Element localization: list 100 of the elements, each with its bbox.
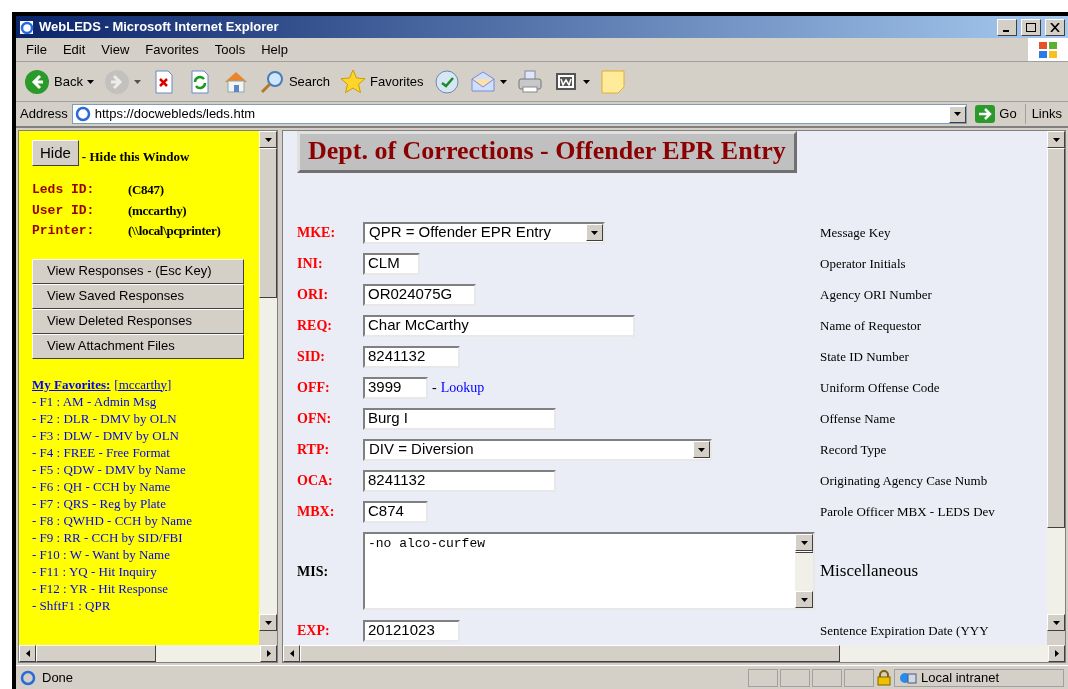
dropdown-field[interactable]: DIV = Diversion [363,438,712,461]
form-scrollbar[interactable] [1047,131,1065,631]
text-input[interactable]: 20121023 [363,619,460,642]
scroll-down-icon[interactable] [800,597,808,602]
field-description: Uniform Offense Code [820,378,940,397]
favorite-link[interactable]: - F4 : FREE - Free Format [32,444,170,460]
favorite-link[interactable]: - F3 : DLW - DMV by OLN [32,427,179,443]
scroll-left-icon[interactable] [25,650,30,657]
favorite-link[interactable]: - F12 : YR - Hit Response [32,580,169,596]
view-button[interactable]: View Responses - (Esc Key) [32,258,244,284]
toolbar-button[interactable]: Back [22,68,96,95]
scroll-right-icon[interactable] [266,650,271,657]
favorite-link[interactable]: - F9 : RR - CCH by SID/FBI [32,529,183,545]
windows-flag-icon [1037,39,1059,60]
favorite-link[interactable]: - F7 : QRS - Reg by Plate [32,495,166,511]
maximize-icon[interactable] [1021,18,1041,36]
text-input[interactable]: OR024075G [363,283,476,306]
links-button[interactable]: Links [1024,104,1068,124]
field-label: MBX: [297,503,336,521]
star-icon[interactable] [340,68,367,95]
zone-text: Local intranet [921,668,1000,687]
lookup-link[interactable]: Lookup [440,377,485,398]
menu-item[interactable]: View [95,39,136,60]
scroll-down-icon[interactable] [264,620,272,625]
favorite-link[interactable]: - F5 : QDW - DMV by Name [32,461,186,477]
scroll-down-icon[interactable] [1052,620,1060,625]
info-label: Leds ID: [32,181,96,199]
status-pane [812,668,842,687]
status-pane [780,668,810,687]
scroll-up-icon[interactable] [800,540,808,545]
dropdown-caret-icon[interactable] [86,79,94,84]
view-button[interactable]: View Attachment Files [32,333,244,359]
field-description: Operator Initials [820,254,906,273]
text-input[interactable]: 8241132 [363,469,556,492]
address-field[interactable]: https://docwebleds/leds.htm [71,104,968,124]
favorite-link[interactable]: - F10 : W - Want by Name [32,546,170,562]
form-h-scrollbar[interactable] [283,645,1065,662]
scroll-up-icon[interactable] [264,137,272,142]
favorite-link[interactable]: - F1 : AM - Admin Msg [32,393,157,409]
go-button[interactable]: Go [971,104,1021,124]
search-icon[interactable] [258,68,285,95]
toolbar-button[interactable]: Favorites [338,68,426,95]
favorites-link[interactable]: My Favorites: [32,375,111,393]
field-description: Originating Agency Case Numb [820,471,988,490]
menu-item[interactable]: Tools [208,39,252,60]
field-label: OCA: [297,472,334,490]
dropdown-caret-icon[interactable] [591,230,598,235]
close-icon[interactable] [1045,18,1065,36]
view-button[interactable]: View Deleted Responses [32,308,244,334]
scroll-up-icon[interactable] [1052,137,1060,142]
user-link[interactable]: [mccarthy] [114,375,172,393]
text-input[interactable]: 3999 [363,376,428,399]
favorite-link[interactable]: - F6 : QH - CCH by Name [32,478,171,494]
scroll-left-icon[interactable] [289,650,294,657]
text-area[interactable]: -no alco-curfew [363,532,815,610]
menu-item[interactable]: Favorites [139,39,205,60]
menu-item[interactable]: Edit [56,39,92,60]
text-input[interactable]: Burg I [363,407,556,430]
info-value: (\\local\pcprinter) [128,222,221,240]
field-description: Parole Officer MBX - LEDS Dev [820,502,995,521]
dropdown-caret-icon[interactable] [954,112,962,116]
field-description: Record Type [820,440,887,459]
field-label: EXP: [297,622,331,640]
favorite-link[interactable]: - F2 : DLR - DMV by OLN [32,410,177,426]
dropdown-caret-icon[interactable] [698,447,705,452]
separator-dash: - [432,379,437,397]
favorite-link[interactable]: - F8 : QWHD - CCH by Name [32,512,192,528]
field-description: Message Key [820,223,891,242]
field-description: Name of Requestor [820,316,922,335]
favorite-link[interactable]: - F11 : YQ - Hit Inquiry [32,563,157,579]
text-area-scrollbar[interactable] [795,534,813,608]
text-input[interactable]: C874 [363,500,428,523]
page-icon [20,669,36,686]
toolbar-button[interactable]: Search [256,68,333,95]
field-label: RTP: [297,441,331,459]
status-text: Done [41,668,75,687]
field-label: REQ: [297,317,333,335]
form-title: Dept. of Corrections - Offender EPR Entry [297,131,797,173]
scroll-right-icon[interactable] [1054,650,1059,657]
text-input[interactable]: CLM [363,252,420,275]
hide-window-text: - Hide this Window [81,147,190,166]
minimize-icon[interactable] [997,18,1017,36]
view-button[interactable]: View Saved Responses [32,283,244,309]
field-description: Agency ORI Number [820,285,932,304]
text-input[interactable]: Char McCarthy [363,314,635,337]
field-label: ORI: [297,286,330,304]
field-label: SID: [297,348,326,366]
dropdown-caret-icon[interactable] [582,79,590,84]
favorite-link[interactable]: - ShftF1 : QPR [32,597,111,613]
menu-item[interactable]: Help [255,39,294,60]
text-input[interactable]: 8241132 [363,345,460,368]
field-label: MIS: [297,562,330,581]
sidebar-h-scrollbar[interactable] [19,645,277,662]
menu-item[interactable]: File [20,39,53,60]
hide-button[interactable]: Hide [32,140,79,166]
dropdown-field[interactable]: QPR = Offender EPR Entry [363,221,605,244]
info-label: User ID: [32,201,96,220]
dropdown-caret-icon[interactable] [499,79,507,84]
sidebar-scrollbar[interactable] [259,131,277,631]
field-description: Offense Name [820,409,896,428]
